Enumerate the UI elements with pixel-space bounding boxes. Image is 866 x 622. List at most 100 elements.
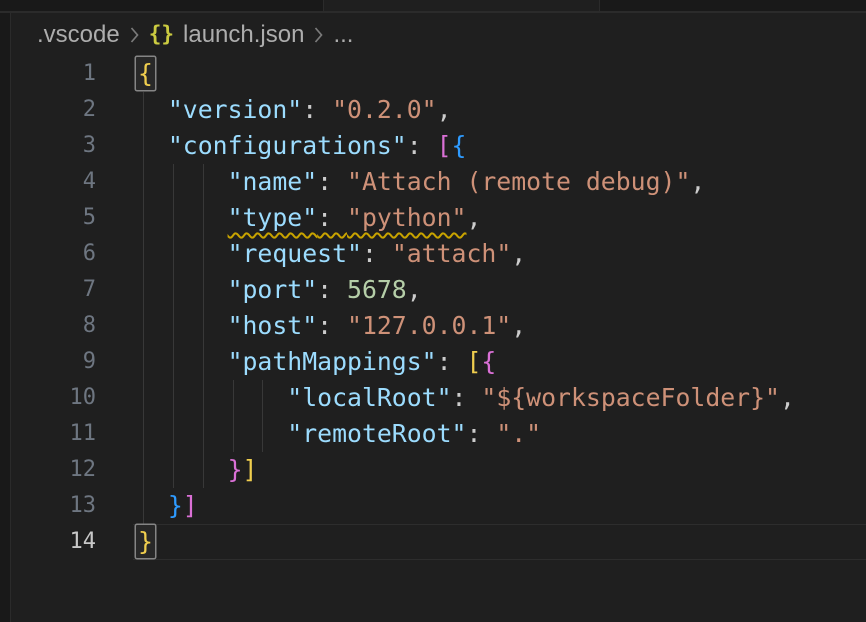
line-number[interactable]: 7 [11,272,96,308]
code-token [138,203,228,232]
code-token: , [511,239,526,268]
code-token: : [437,347,467,376]
code-line-text: "port": 5678, [138,272,422,308]
line-number[interactable]: 8 [11,308,96,344]
line-number[interactable]: 1 [11,56,96,92]
code-token: "host" [228,311,318,340]
editor-left-border [0,13,11,622]
code-token: "Attach (remote debug)" [347,167,690,196]
code-line-text: }] [138,452,257,488]
code-line[interactable]: 1{ [11,56,866,92]
code-token: , [690,167,705,196]
code-token: : [407,131,437,160]
code-line[interactable]: 4 "name": "Attach (remote debug)", [11,164,866,200]
code-line-text: "request": "attach", [138,236,526,272]
line-number[interactable]: 4 [11,164,96,200]
code-token: "localRoot" [287,383,451,412]
code-token: ] [183,491,198,520]
code-token [138,455,228,484]
breadcrumb: .vscode {} launch.json ... [11,13,353,56]
code-line[interactable]: 10 "localRoot": "${workspaceFolder}", [11,380,866,416]
code-token: : [362,239,392,268]
code-token: "127.0.0.1" [347,311,511,340]
code-token: { [452,131,467,160]
code-token: : [317,167,347,196]
tab-bar [0,0,866,13]
code-token [138,167,228,196]
line-number[interactable]: 10 [11,380,96,416]
active-tab-segment[interactable] [323,0,600,11]
code-token: "0.2.0" [332,95,437,124]
chevron-right-icon [313,25,324,45]
code-token [138,347,228,376]
code-token: [ [466,347,481,376]
code-token [138,95,168,124]
code-line-text: "version": "0.2.0", [138,92,452,128]
code-token: "configurations" [168,131,407,160]
breadcrumb-item-file[interactable]: launch.json [183,21,304,49]
code-line-text: "type": "python", [138,200,481,236]
code-line[interactable]: 3 "configurations": [{ [11,128,866,164]
code-token: : [317,311,347,340]
code-token [138,311,228,340]
code-token: "port" [228,275,318,304]
code-token: : [466,419,496,448]
code-token: : [302,95,332,124]
warning-squiggle: "type": "python" [228,203,467,232]
code-line[interactable]: 14} [11,524,866,560]
code-token: "name" [228,167,318,196]
line-number[interactable]: 13 [11,488,96,524]
code-token: [ [437,131,452,160]
chevron-right-icon [129,25,140,45]
code-line[interactable]: 9 "pathMappings": [{ [11,344,866,380]
code-token: } [168,491,183,520]
code-token [138,383,287,412]
line-number[interactable]: 2 [11,92,96,128]
code-line[interactable]: 7 "port": 5678, [11,272,866,308]
code-line[interactable]: 2 "version": "0.2.0", [11,92,866,128]
line-number[interactable]: 5 [11,200,96,236]
bracket-match-box: } [136,525,155,558]
code-token: 5678 [347,275,407,304]
code-line[interactable]: 13 }] [11,488,866,524]
code-token: "." [496,419,541,448]
code-line-text: "configurations": [{ [138,128,466,164]
code-line-text: "pathMappings": [{ [138,344,496,380]
code-token: , [466,203,481,232]
code-token: , [511,311,526,340]
code-line[interactable]: 5 "type": "python", [11,200,866,236]
code-line[interactable]: 12 }] [11,452,866,488]
code-token [138,239,228,268]
code-token: "pathMappings" [228,347,437,376]
bracket-match-box: { [136,57,155,90]
code-token: "attach" [392,239,511,268]
code-token [138,131,168,160]
code-line-text: "name": "Attach (remote debug)", [138,164,705,200]
breadcrumb-item-symbol[interactable]: ... [333,21,353,49]
code-token: , [437,95,452,124]
code-token: : [452,383,482,412]
code-token: , [407,275,422,304]
line-number[interactable]: 9 [11,344,96,380]
json-brackets-icon: {} [149,22,174,46]
line-number[interactable]: 12 [11,452,96,488]
line-number[interactable]: 11 [11,416,96,452]
code-token [138,419,287,448]
code-line-text: } [138,524,157,560]
code-token: "version" [168,95,302,124]
vscode-editor-window: .vscode {} launch.json ... 1{2 "version"… [0,0,866,622]
code-token: ] [243,455,258,484]
line-number[interactable]: 14 [11,524,96,560]
code-token [138,491,168,520]
code-line[interactable]: 11 "remoteRoot": "." [11,416,866,452]
code-line[interactable]: 6 "request": "attach", [11,236,866,272]
line-number[interactable]: 6 [11,236,96,272]
code-line-text: { [138,56,157,92]
code-token: "python" [347,203,466,232]
line-number[interactable]: 3 [11,128,96,164]
code-token: , [780,383,795,412]
code-token: } [228,455,243,484]
code-line[interactable]: 8 "host": "127.0.0.1", [11,308,866,344]
breadcrumb-item-folder[interactable]: .vscode [37,21,120,49]
code-token: : [317,275,347,304]
